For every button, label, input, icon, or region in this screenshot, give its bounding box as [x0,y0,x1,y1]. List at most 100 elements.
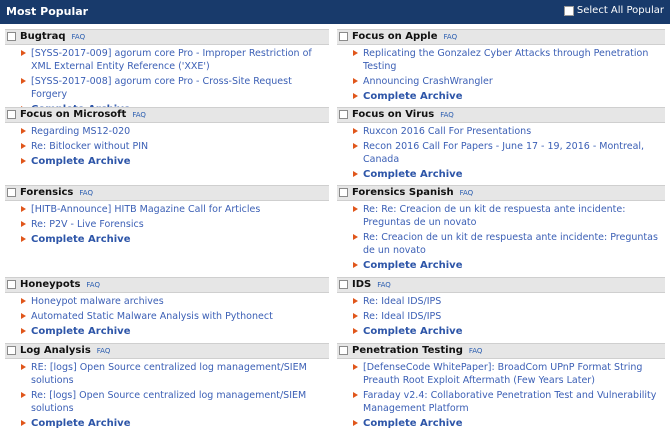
post-title[interactable]: Re: [logs] Open Source centralized log m… [31,390,306,414]
faq-link[interactable]: FAQ [460,189,474,197]
post-title[interactable]: Faraday v2.4: Collaborative Penetration … [363,390,656,414]
complete-archive-link[interactable]: Complete Archive [337,417,665,430]
post-link[interactable]: Automated Static Malware Analysis with P… [5,310,329,323]
section-title[interactable]: Log Analysis FAQ [20,345,110,356]
section-title-text[interactable]: Forensics Spanish [352,187,454,198]
complete-archive-link[interactable]: Complete Archive [337,168,665,181]
section-title[interactable]: Bugtraq FAQ [20,31,85,42]
section-checkbox[interactable] [339,110,348,119]
section-checkbox[interactable] [7,110,16,119]
section-title[interactable]: Focus on Microsoft FAQ [20,109,146,120]
section-checkbox[interactable] [339,346,348,355]
complete-archive-link[interactable]: Complete Archive [337,325,665,338]
faq-link[interactable]: FAQ [469,347,483,355]
post-title[interactable]: [SYSS-2017-009] agorum core Pro - Improp… [31,48,312,72]
post-title[interactable]: Re: P2V - Live Forensics [31,219,144,230]
post-link[interactable]: [SYSS-2017-009] agorum core Pro - Improp… [5,47,329,73]
post-link[interactable]: Honeypot malware archives [5,295,329,308]
post-link[interactable]: Regarding MS12-020 [5,125,329,138]
section-title-text[interactable]: Focus on Microsoft [20,109,126,120]
post-link[interactable]: Ruxcon 2016 Call For Presentations [337,125,665,138]
post-link[interactable]: Re: Ideal IDS/IPS [337,310,665,323]
post-title[interactable]: Replicating the Gonzalez Cyber Attacks t… [363,48,648,72]
post-link[interactable]: Recon 2016 Call For Papers - June 17 - 1… [337,140,665,166]
complete-archive-label[interactable]: Complete Archive [31,156,131,167]
section-checkbox[interactable] [7,280,16,289]
section-title[interactable]: Forensics Spanish FAQ [352,187,473,198]
post-title[interactable]: Re: Bitlocker without PIN [31,141,148,152]
post-link[interactable]: Re: Creacion de un kit de respuesta ante… [337,231,665,257]
section-title[interactable]: Focus on Virus FAQ [352,109,454,120]
faq-link[interactable]: FAQ [377,281,391,289]
complete-archive-label[interactable]: Complete Archive [363,260,463,271]
section-title-text[interactable]: Forensics [20,187,73,198]
post-title[interactable]: Re: Creacion de un kit de respuesta ante… [363,232,658,256]
post-title[interactable]: RE: [logs] Open Source centralized log m… [31,362,307,386]
post-link[interactable]: RE: [logs] Open Source centralized log m… [5,361,329,387]
post-title[interactable]: Automated Static Malware Analysis with P… [31,311,273,322]
complete-archive-link[interactable]: Complete Archive [5,155,329,168]
post-title[interactable]: Re: Ideal IDS/IPS [363,311,441,322]
section-title-text[interactable]: Penetration Testing [352,345,463,356]
post-link[interactable]: Faraday v2.4: Collaborative Penetration … [337,389,665,415]
post-link[interactable]: Re: Bitlocker without PIN [5,140,329,153]
complete-archive-label[interactable]: Complete Archive [363,91,463,102]
complete-archive-link[interactable]: Complete Archive [5,417,329,430]
select-all-checkbox[interactable] [563,5,574,16]
section-title[interactable]: Forensics FAQ [20,187,93,198]
post-link[interactable]: Announcing CrashWrangler [337,75,665,88]
faq-link[interactable]: FAQ [86,281,100,289]
section-title-text[interactable]: Focus on Apple [352,31,438,42]
section-checkbox[interactable] [7,346,16,355]
post-title[interactable]: Regarding MS12-020 [31,126,130,137]
post-title[interactable]: Ruxcon 2016 Call For Presentations [363,126,531,137]
complete-archive-link[interactable]: Complete Archive [337,90,665,103]
faq-link[interactable]: FAQ [79,189,93,197]
post-title[interactable]: Announcing CrashWrangler [363,76,493,87]
post-title[interactable]: Honeypot malware archives [31,296,164,307]
post-title[interactable]: Re: Re: Creacion de un kit de respuesta … [363,204,625,228]
complete-archive-link[interactable]: Complete Archive [5,233,329,246]
post-link[interactable]: Re: Re: Creacion de un kit de respuesta … [337,203,665,229]
section-title-text[interactable]: Bugtraq [20,31,66,42]
faq-link[interactable]: FAQ [72,33,86,41]
post-link[interactable]: [HITB-Announce] HITB Magazine Call for A… [5,203,329,216]
section-checkbox[interactable] [339,32,348,41]
complete-archive-label[interactable]: Complete Archive [363,418,463,429]
select-all-popular[interactable]: Select All Popular [563,5,664,16]
complete-archive-label[interactable]: Complete Archive [31,418,131,429]
faq-link[interactable]: FAQ [440,111,454,119]
faq-link[interactable]: FAQ [97,347,111,355]
post-title[interactable]: [SYSS-2017-008] agorum core Pro - Cross-… [31,76,292,100]
section-checkbox[interactable] [339,188,348,197]
complete-archive-label[interactable]: Complete Archive [31,326,131,337]
complete-archive-link[interactable]: Complete Archive [337,259,665,272]
post-link[interactable]: Re: P2V - Live Forensics [5,218,329,231]
post-link[interactable]: Replicating the Gonzalez Cyber Attacks t… [337,47,665,73]
complete-archive-link[interactable]: Complete Archive [5,325,329,338]
section-title-text[interactable]: Focus on Virus [352,109,434,120]
post-link[interactable]: [DefenseCode WhitePaper]: BroadCom UPnP … [337,361,665,387]
faq-link[interactable]: FAQ [132,111,146,119]
section-checkbox[interactable] [339,280,348,289]
post-title[interactable]: Recon 2016 Call For Papers - June 17 - 1… [363,141,644,165]
post-title[interactable]: [HITB-Announce] HITB Magazine Call for A… [31,204,260,215]
post-title[interactable]: [DefenseCode WhitePaper]: BroadCom UPnP … [363,362,642,386]
post-link[interactable]: Re: [logs] Open Source centralized log m… [5,389,329,415]
section-title[interactable]: Honeypots FAQ [20,279,100,290]
faq-link[interactable]: FAQ [444,33,458,41]
complete-archive-label[interactable]: Complete Archive [31,234,131,245]
post-title[interactable]: Re: Ideal IDS/IPS [363,296,441,307]
post-link[interactable]: Re: Ideal IDS/IPS [337,295,665,308]
section-checkbox[interactable] [7,188,16,197]
section-title[interactable]: Penetration Testing FAQ [352,345,482,356]
section-checkbox[interactable] [7,32,16,41]
complete-archive-label[interactable]: Complete Archive [363,169,463,180]
section-title-text[interactable]: Honeypots [20,279,80,290]
complete-archive-label[interactable]: Complete Archive [363,326,463,337]
section-title-text[interactable]: IDS [352,279,371,290]
section-title[interactable]: IDS FAQ [352,279,391,290]
post-link[interactable]: [SYSS-2017-008] agorum core Pro - Cross-… [5,75,329,101]
section-title[interactable]: Focus on Apple FAQ [352,31,457,42]
section-title-text[interactable]: Log Analysis [20,345,91,356]
